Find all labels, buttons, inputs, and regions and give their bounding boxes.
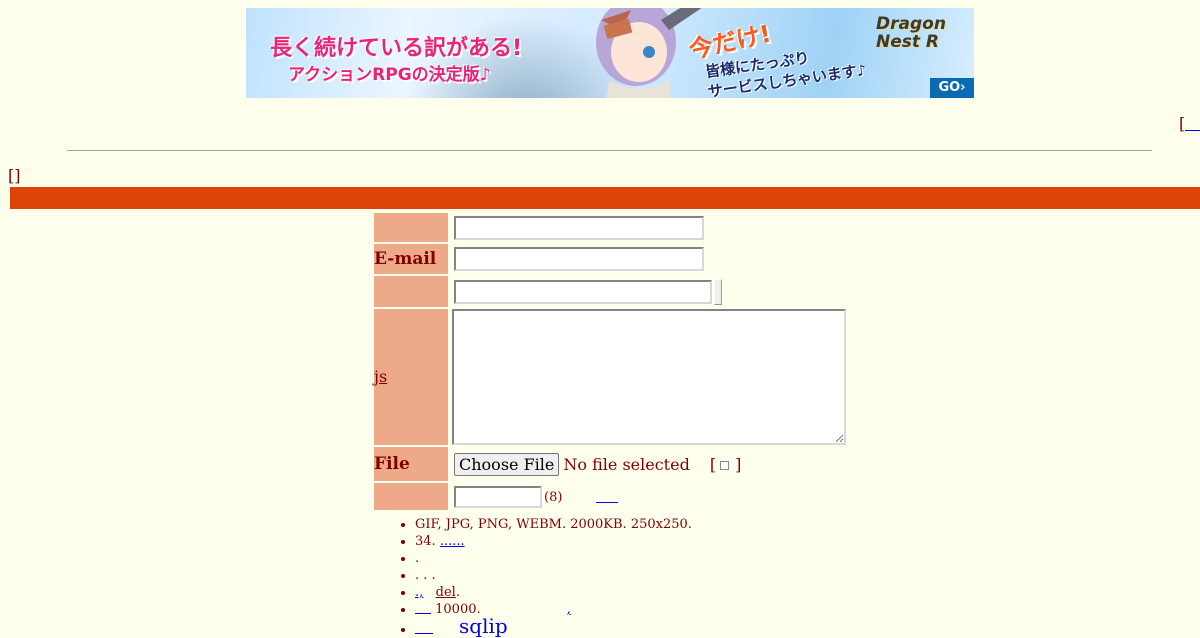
subject-label [374, 276, 448, 307]
rule-item-sqlip: sqlip [415, 616, 692, 638]
top-nav-bracket: [ [1179, 114, 1200, 133]
post-form-header-bar [10, 187, 1200, 209]
posting-rules-list: GIF, JPG, PNG, WEBM. 2000KB. 250x250. 34… [396, 516, 692, 638]
name-input[interactable] [454, 215, 704, 240]
return-bracket[interactable]: [] [8, 166, 20, 185]
password-cell: (8) [450, 483, 846, 510]
file-status-text: No file selected [563, 454, 690, 474]
rule-item-count: 34. ...... [415, 533, 692, 550]
password-input[interactable] [454, 485, 542, 508]
password-help-link[interactable] [596, 490, 619, 503]
form-row-file: File Choose File No file selected [] [374, 447, 846, 481]
banner-logo-line2: Nest R [876, 31, 940, 52]
form-row-name [374, 213, 846, 242]
rule-item-4: . . . [415, 567, 692, 584]
rule-item-sqlip-prefix-link[interactable] [415, 622, 433, 634]
banner-go-button[interactable]: GO› [930, 78, 974, 98]
post-form: E-mail js File Choose File No file select… [372, 211, 848, 512]
email-input[interactable] [454, 247, 704, 271]
submit-button[interactable] [714, 278, 722, 305]
rule-item-limit-link[interactable] [415, 602, 431, 614]
choose-file-button[interactable]: Choose File [454, 452, 560, 476]
no-file-option: [] [710, 455, 742, 474]
comment-textarea[interactable] [452, 309, 846, 445]
banner-game-logo: Dragon Nest R [876, 15, 946, 52]
email-label: E-mail [374, 244, 448, 274]
banner-character-illustration [596, 8, 702, 98]
js-link[interactable]: js [374, 367, 387, 386]
ad-banner[interactable]: 長く続けている訳がある! アクションRPGの決定版♪ 今だけ! 皆様にたっぷり … [246, 8, 974, 98]
file-cell: Choose File No file selected [] [450, 447, 846, 481]
comment-cell [450, 309, 846, 445]
form-row-email: E-mail [374, 244, 846, 274]
form-row-password: (8) [374, 483, 846, 510]
file-label: File [374, 447, 448, 481]
name-cell [450, 213, 846, 242]
rule-item-delete-end: . [455, 585, 460, 600]
del-link[interactable]: del [436, 585, 456, 600]
banner-subline: アクションRPGの決定版♪ [288, 65, 491, 85]
rule-item-limit: 10000., [415, 601, 692, 618]
subject-cell [450, 276, 846, 307]
top-nav-link[interactable] [1185, 116, 1200, 131]
no-file-option-close: ] [735, 454, 742, 474]
rule-item-file-types: GIF, JPG, PNG, WEBM. 2000KB. 250x250. [415, 516, 692, 533]
rule-item-count-link[interactable]: ...... [440, 534, 465, 549]
banner-headline: 長く続けている訳がある! [270, 36, 523, 61]
sqlip-link[interactable]: sqlip [459, 614, 508, 638]
subject-input[interactable] [454, 279, 712, 304]
comment-label-cell: js [374, 309, 448, 445]
form-row-comment: js [374, 309, 846, 445]
rule-item-delete-link[interactable]: ., [415, 585, 423, 600]
rule-item-limit-tail-link[interactable]: , [567, 602, 571, 617]
header-divider [67, 150, 1152, 151]
password-hint: (8) [544, 490, 563, 505]
rule-item-count-text: 34. [415, 534, 436, 549]
no-file-option-open: [ [709, 454, 717, 474]
rule-item-3: . [415, 550, 692, 567]
email-cell [450, 244, 846, 274]
name-label [374, 213, 448, 242]
no-file-checkbox[interactable] [720, 460, 730, 470]
password-label [374, 483, 448, 510]
rule-item-delete: ., del. [415, 584, 692, 601]
form-row-subject [374, 276, 846, 307]
